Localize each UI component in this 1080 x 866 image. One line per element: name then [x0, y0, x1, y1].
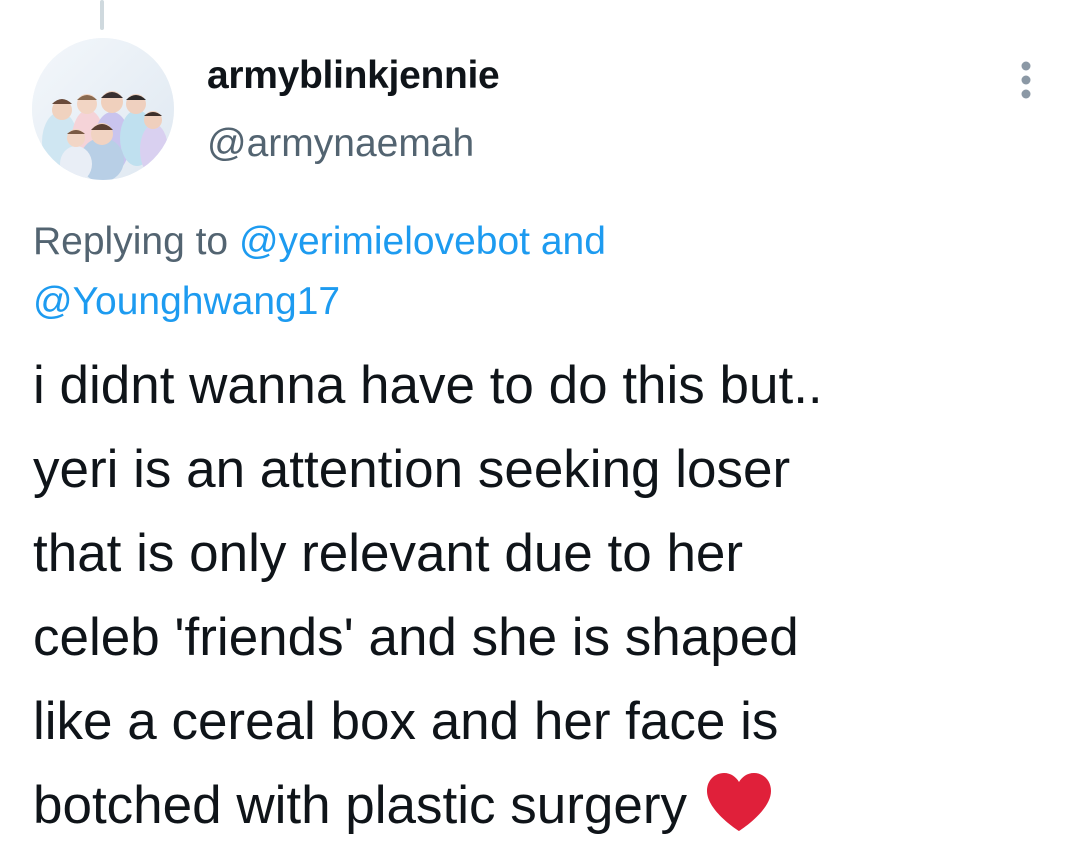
avatar[interactable] [32, 38, 174, 180]
replying-to-label: Replying to [33, 220, 239, 263]
reply-context: Replying to @yerimielovebot and @Younghwa… [33, 212, 933, 332]
mention-link-yerimielovebot[interactable]: @yerimielovebot [239, 220, 530, 263]
reply-joiner-and: and [530, 220, 606, 263]
red-heart-icon [707, 773, 771, 831]
display-name[interactable]: armyblinkjennie [207, 54, 500, 98]
thread-connector-line [100, 0, 104, 30]
mention-link-younghwang17[interactable]: @Younghwang17 [33, 280, 340, 323]
tweet-body: i didnt wanna have to do this but.. yeri… [33, 344, 1063, 848]
group-photo-avatar-icon [32, 38, 174, 180]
more-options-button[interactable] [1006, 54, 1046, 106]
tweet-text: i didnt wanna have to do this but.. yeri… [33, 356, 823, 835]
more-vertical-icon [1021, 61, 1031, 99]
user-handle[interactable]: @armynaemah [207, 122, 474, 166]
